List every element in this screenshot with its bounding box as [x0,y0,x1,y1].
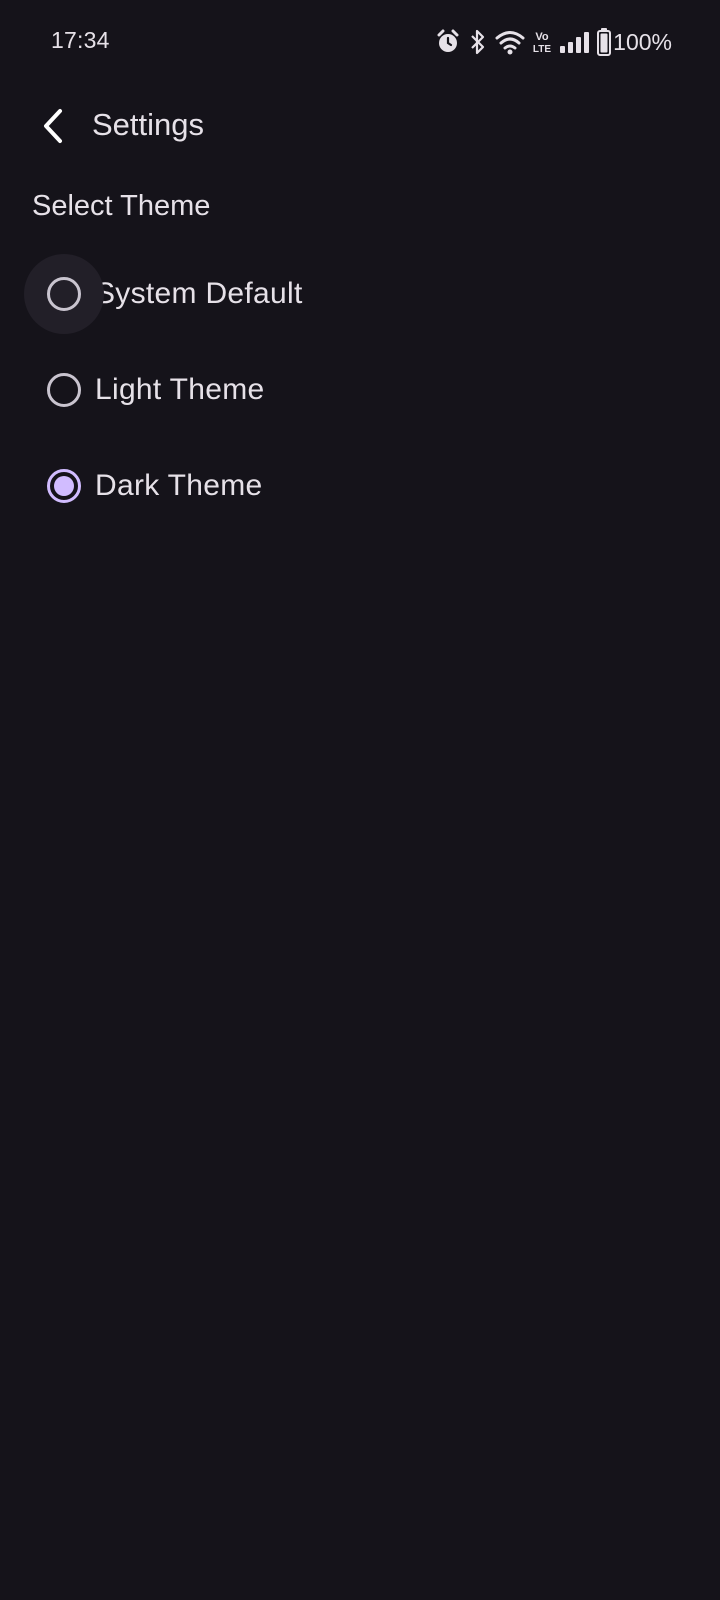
alarm-icon [435,29,461,55]
status-bar: 17:34 Vo LTE 100% [0,0,720,84]
svg-text:Vo: Vo [536,31,550,43]
svg-text:LTE: LTE [533,44,551,55]
section-title: Select Theme [32,190,211,222]
settings-screen: 17:34 Vo LTE 100% Settings Select Theme … [0,0,720,1600]
app-bar: Settings [0,90,720,162]
back-button[interactable] [24,98,80,154]
theme-option-dark[interactable]: Dark Theme [0,438,720,534]
battery-icon: 100% [597,28,672,56]
status-time: 17:34 [51,27,110,53]
wifi-icon [495,29,525,55]
radio-button-selected[interactable] [47,469,81,503]
option-label: System Default [95,277,303,310]
bluetooth-icon [469,29,487,55]
theme-option-light[interactable]: Light Theme [0,342,720,438]
status-icons: Vo LTE 100% [435,26,672,58]
theme-option-system-default[interactable]: System Default [0,246,720,342]
radio-button-unselected[interactable] [47,373,81,407]
radio-container[interactable] [24,446,104,526]
radio-container[interactable] [24,350,104,430]
option-label: Dark Theme [95,469,263,502]
option-label: Light Theme [95,373,265,406]
chevron-left-icon [44,109,62,143]
radio-ripple[interactable] [24,254,104,334]
volte-icon: Vo LTE [533,29,551,55]
radio-selected-dot [54,476,74,496]
radio-button-unselected[interactable] [47,277,81,311]
theme-options: System Default Light Theme Dark Theme [0,246,720,534]
battery-percent: 100% [613,28,672,55]
page-title: Settings [92,107,205,142]
signal-icon [559,30,590,54]
